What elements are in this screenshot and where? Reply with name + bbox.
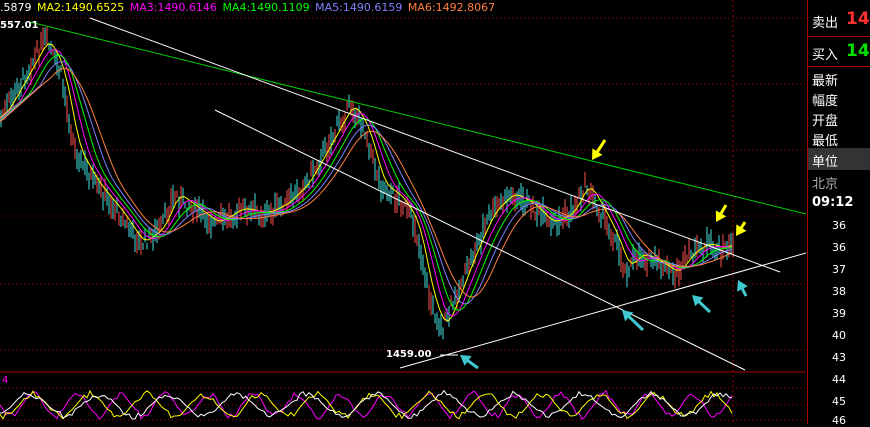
ma-line — [0, 54, 733, 311]
axis-tick: 43 — [832, 351, 846, 364]
field-change: 幅度 — [812, 94, 839, 109]
field-latest: 最新 — [812, 74, 839, 89]
candles — [0, 25, 734, 340]
sell-value: 14 — [846, 9, 870, 29]
ma6-value: MA6:1492.8067 — [407, 1, 496, 14]
axis-tick: 38 — [832, 285, 846, 298]
oscillator-line — [0, 389, 733, 420]
axis-tick: 39 — [832, 307, 846, 320]
quote-side-panel: 卖出 14 买入 14 最新 幅度 开盘 最低 单位 北京 09:12 36 3… — [807, 0, 870, 427]
axis-tick: 36 — [832, 241, 846, 254]
axis-tick: 44 — [832, 373, 846, 386]
axis-tick: 40 — [832, 329, 846, 342]
low-price-label: 1459.00 — [386, 349, 432, 360]
field-low: 最低 — [812, 134, 839, 149]
ma-legend-bar: .5879 MA2:1490.6525 MA3:1490.6146 MA4:14… — [0, 1, 497, 16]
location-label: 北京 — [812, 177, 839, 192]
lower-indicator-panel — [0, 389, 733, 420]
price-chart[interactable]: .5879 MA2:1490.6525 MA3:1490.6146 MA4:14… — [0, 0, 806, 424]
drawn-trendlines — [29, 17, 806, 371]
buy-value: 14 — [846, 41, 870, 61]
field-open: 开盘 — [812, 114, 839, 129]
buy-label: 买入 — [812, 48, 839, 63]
axis-tick: 37 — [832, 263, 846, 276]
high-price-label: 557.01 — [0, 20, 39, 31]
sell-label: 卖出 — [812, 16, 839, 31]
axis-tick: 45 — [832, 395, 846, 408]
moving-average-lines — [0, 43, 733, 322]
ma2-value: MA2:1490.6525 — [37, 1, 125, 14]
kline-svg[interactable] — [0, 0, 806, 424]
ma3-value: MA3:1490.6146 — [129, 1, 217, 14]
time-label: 09:12 — [812, 195, 854, 210]
ma4-value: MA4:1490.1109 — [222, 1, 310, 14]
resistance-trendline — [29, 21, 806, 215]
annotation-arrows — [460, 139, 748, 370]
side-divider-1 — [808, 36, 870, 37]
lower-panel-value: 4 — [2, 375, 9, 386]
axis-tick: 46 — [832, 414, 846, 427]
axis-tick: 36 — [832, 219, 846, 232]
channel-lower-line — [214, 109, 746, 371]
side-divider-2 — [808, 66, 870, 67]
ma1-value: .5879 — [0, 1, 32, 14]
support-trendline — [399, 252, 806, 369]
unit-label: 单位 — [812, 155, 839, 170]
ma5-value: MA5:1490.6159 — [315, 1, 403, 14]
